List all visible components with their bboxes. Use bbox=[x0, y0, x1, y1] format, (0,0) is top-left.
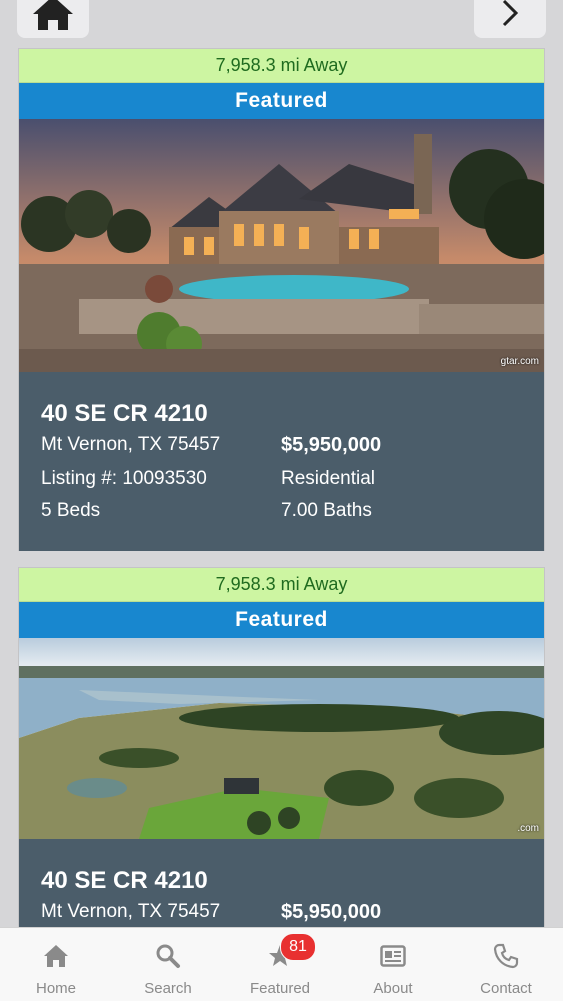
home-icon bbox=[30, 0, 76, 37]
featured-banner: Featured bbox=[19, 602, 544, 638]
home-button[interactable] bbox=[17, 0, 89, 38]
phone-icon bbox=[493, 942, 519, 970]
listing-info: 40 SE CR 4210 Mt Vernon, TX 75457 $5,950… bbox=[19, 839, 544, 936]
chevron-right-icon bbox=[498, 0, 522, 33]
tab-label: About bbox=[373, 980, 413, 997]
tab-label: Home bbox=[35, 980, 76, 997]
listing-baths: 7.00 Baths bbox=[281, 500, 372, 521]
listing-info: 40 SE CR 4210 Mt Vernon, TX 75457 $5,950… bbox=[19, 372, 544, 551]
tab-bar: Home Search Featured 81 About Contact bbox=[0, 927, 563, 1001]
tab-search[interactable]: Search bbox=[112, 928, 224, 1001]
listing-city: Mt Vernon, TX 75457 bbox=[41, 434, 221, 455]
photo-watermark: .com bbox=[517, 823, 539, 834]
next-button[interactable] bbox=[474, 0, 546, 38]
home-icon bbox=[43, 942, 69, 970]
listing-address: 40 SE CR 4210 bbox=[41, 867, 208, 894]
distance-label: 7,958.3 mi Away bbox=[19, 568, 544, 602]
listing-price: $5,950,000 bbox=[281, 434, 382, 456]
featured-banner: Featured bbox=[19, 83, 544, 119]
listing-type: Residential bbox=[281, 468, 375, 489]
tab-label: Search bbox=[144, 980, 192, 997]
tab-featured[interactable]: Featured 81 bbox=[224, 928, 336, 1001]
notification-badge: 81 bbox=[280, 933, 316, 961]
id-card-icon bbox=[380, 942, 406, 970]
listing-price: $5,950,000 bbox=[281, 901, 382, 923]
search-icon bbox=[155, 942, 181, 970]
listing-number: Listing #: 10093530 bbox=[41, 468, 207, 489]
listing-card[interactable]: 7,958.3 mi Away Featured bbox=[18, 567, 545, 937]
listing-photo[interactable]: .com bbox=[19, 638, 544, 839]
listing-city: Mt Vernon, TX 75457 bbox=[41, 901, 221, 922]
tab-label: Contact bbox=[480, 980, 532, 997]
tab-home[interactable]: Home bbox=[0, 928, 112, 1001]
tab-label: Featured bbox=[249, 980, 311, 997]
photo-watermark: gtar.com bbox=[500, 356, 539, 367]
listing-card[interactable]: 7,958.3 mi Away Featured bbox=[18, 48, 545, 551]
tab-about[interactable]: About bbox=[337, 928, 449, 1001]
listing-beds: 5 Beds bbox=[41, 500, 101, 521]
tab-contact[interactable]: Contact bbox=[450, 928, 562, 1001]
listing-address: 40 SE CR 4210 bbox=[41, 400, 208, 427]
distance-label: 7,958.3 mi Away bbox=[19, 49, 544, 83]
listing-photo[interactable]: gtar.com bbox=[19, 119, 544, 372]
